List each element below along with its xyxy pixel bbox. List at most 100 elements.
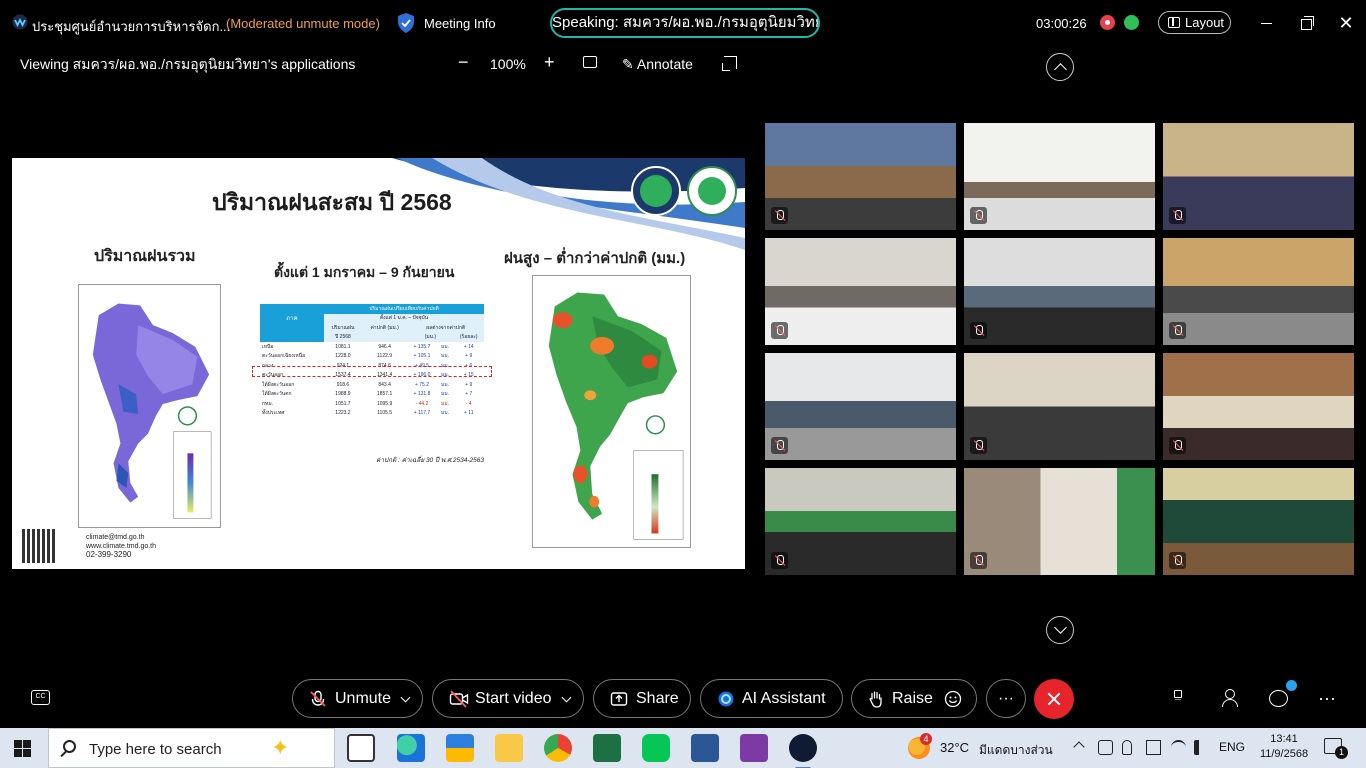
pen-icon: ✎ [622, 56, 634, 72]
remote-control-icon[interactable] [583, 56, 597, 68]
annotate-label: Annotate [636, 56, 693, 72]
table-cell-region: ใต้ฝั่งตะวันตก [262, 391, 292, 398]
leave-meeting-button[interactable] [1034, 679, 1074, 719]
participant-video-tile[interactable] [1163, 238, 1354, 345]
reactions-icon[interactable] [944, 690, 962, 708]
participant-video-tile[interactable] [1163, 468, 1354, 575]
share-button[interactable]: Share [593, 679, 691, 718]
raise-hand-button[interactable]: Raise [851, 679, 977, 718]
table-cell-pct: + 9 [465, 381, 473, 388]
anomaly-map-title: ฝนสูง – ต่ำกว่าค่าปกติ (มม.) [504, 250, 686, 267]
participant-video-tile[interactable] [765, 353, 956, 460]
table-row: กทม. 1051.7 1095.9 - 44.2 มม. - 4 [260, 399, 484, 409]
chat-icon[interactable] [1268, 688, 1288, 708]
participant-video-tile[interactable] [765, 238, 956, 345]
show-hidden-icons-chevron[interactable] [1073, 741, 1085, 753]
share-label: Share [636, 690, 679, 707]
participant-video-tile[interactable] [1163, 353, 1354, 460]
taskbar-clock[interactable]: 13:41 11/9/2568 [1256, 732, 1312, 762]
start-video-button[interactable]: Start video [432, 679, 584, 718]
table-header-mm: (มม.) [407, 332, 454, 342]
ai-assistant-button[interactable]: AI Assistant [700, 679, 843, 718]
layout-label: Layout [1185, 15, 1225, 30]
windows-start-icon[interactable] [14, 740, 31, 757]
participant-video-tile[interactable] [964, 353, 1155, 460]
volume-icon[interactable] [1194, 740, 1206, 755]
muted-mic-icon [771, 552, 788, 569]
muted-mic-icon [970, 552, 987, 569]
total-rain-map-title: ปริมาณฝนรวม [94, 248, 196, 265]
participant-video-tile[interactable] [964, 468, 1155, 575]
chevron-down-icon[interactable] [400, 692, 411, 703]
rainfall-table-body: เหนือ 1081.1 946.4 + 135.7 มม. + 14 ตะวันออกเฉ… [260, 342, 484, 418]
chrome-icon[interactable] [544, 734, 572, 762]
zoom-in-button[interactable]: + [544, 52, 555, 73]
edge-browser-icon[interactable] [397, 734, 425, 762]
contact-info: climate@tmd.go.th www.climate.tmd.go.th … [86, 534, 156, 560]
microsoft-store-icon[interactable] [446, 734, 474, 762]
ai-assistant-icon [718, 691, 734, 707]
table-cell-rain: 1988.9 [335, 391, 351, 398]
minimize-button[interactable] [1256, 12, 1278, 34]
file-explorer-icon[interactable] [495, 734, 523, 762]
search-icon [63, 740, 76, 753]
participants-icon[interactable] [1220, 688, 1240, 708]
participant-video-tile[interactable] [964, 238, 1155, 345]
scroll-up-button[interactable] [1046, 53, 1074, 81]
input-method-icon[interactable] [1146, 740, 1161, 755]
apps-icon[interactable] [1172, 688, 1192, 708]
table-header-normal: ค่าปกติ (มม.) [361, 323, 408, 333]
table-header-period: ตั้งแต่ 1 ม.ค. – ปัจจุบัน [324, 313, 484, 323]
meeting-title: ประชุมศูนย์อำนวยการบริหารจัดก... [32, 19, 231, 34]
input-language[interactable]: ENG [1219, 740, 1245, 754]
contact-phone: 02-399-3290 [86, 550, 132, 559]
more-panels-button[interactable]: ··· [1318, 688, 1336, 709]
annotate-button[interactable]: ✎ Annotate [622, 56, 693, 73]
table-cell-normal: 946.4 [378, 343, 391, 350]
shield-icon[interactable] [396, 12, 416, 34]
meeting-info-button[interactable]: Meeting Info [424, 16, 496, 31]
zoom-out-button[interactable]: − [458, 52, 469, 73]
qr-code [22, 529, 56, 563]
table-cell-region: เหนือ [262, 343, 274, 350]
line-app-icon[interactable] [642, 734, 670, 762]
chevron-down-icon[interactable] [561, 692, 572, 703]
participant-video-tile[interactable] [765, 123, 956, 230]
word-icon[interactable] [691, 734, 719, 762]
clock-date: 11/9/2568 [1259, 748, 1309, 760]
table-cell-pct: - 4 [465, 400, 472, 407]
table-cell-rain: 1081.1 [335, 343, 351, 350]
participant-video-tile[interactable] [964, 123, 1155, 230]
layout-button[interactable]: Layout [1158, 11, 1231, 34]
central-region-highlight [252, 366, 492, 377]
closed-captions-button[interactable]: CC [31, 690, 50, 705]
scroll-down-button[interactable] [1046, 616, 1074, 644]
shared-content-area[interactable]: ปริมาณฝนสะสม ปี 2568 ปริมาณฝนรวม ตั้งแต่… [12, 135, 745, 593]
weather-alert-badge: 4 [920, 733, 932, 745]
excel-icon[interactable] [593, 734, 621, 762]
muted-mic-icon [310, 690, 326, 707]
participant-video-tile[interactable] [765, 468, 956, 575]
restore-button[interactable] [1296, 12, 1318, 34]
table-cell-normal: 1857.1 [376, 391, 393, 398]
pdf-editor-icon[interactable] [740, 734, 768, 762]
microphone-icon[interactable] [1122, 740, 1132, 755]
date-range: ตั้งแต่ 1 มกราคม – 9 กันยายน [274, 264, 455, 280]
table-cell-pct: + 9 [465, 353, 473, 360]
fullscreen-icon[interactable] [722, 56, 737, 71]
table-cell-unit: มม. [441, 381, 450, 388]
raise-hand-icon [869, 691, 882, 708]
wifi-icon[interactable] [1171, 740, 1186, 755]
webex-taskbar-icon[interactable] [789, 734, 817, 768]
unmute-button[interactable]: Unmute [292, 679, 423, 718]
table-cell-unit: มม. [441, 410, 450, 417]
table-cell-unit: มม. [441, 353, 450, 360]
network-signal-icon[interactable] [1124, 15, 1139, 30]
close-window-button[interactable]: ✕ [1335, 12, 1357, 34]
taskbar-search-box[interactable]: Type here to search ✦ [48, 728, 335, 768]
meet-now-icon[interactable] [1098, 740, 1113, 755]
participant-video-tile[interactable] [1163, 123, 1354, 230]
task-view-icon[interactable] [347, 734, 375, 762]
start-video-label: Start video [475, 690, 552, 707]
more-options-button[interactable]: ··· [986, 679, 1026, 718]
